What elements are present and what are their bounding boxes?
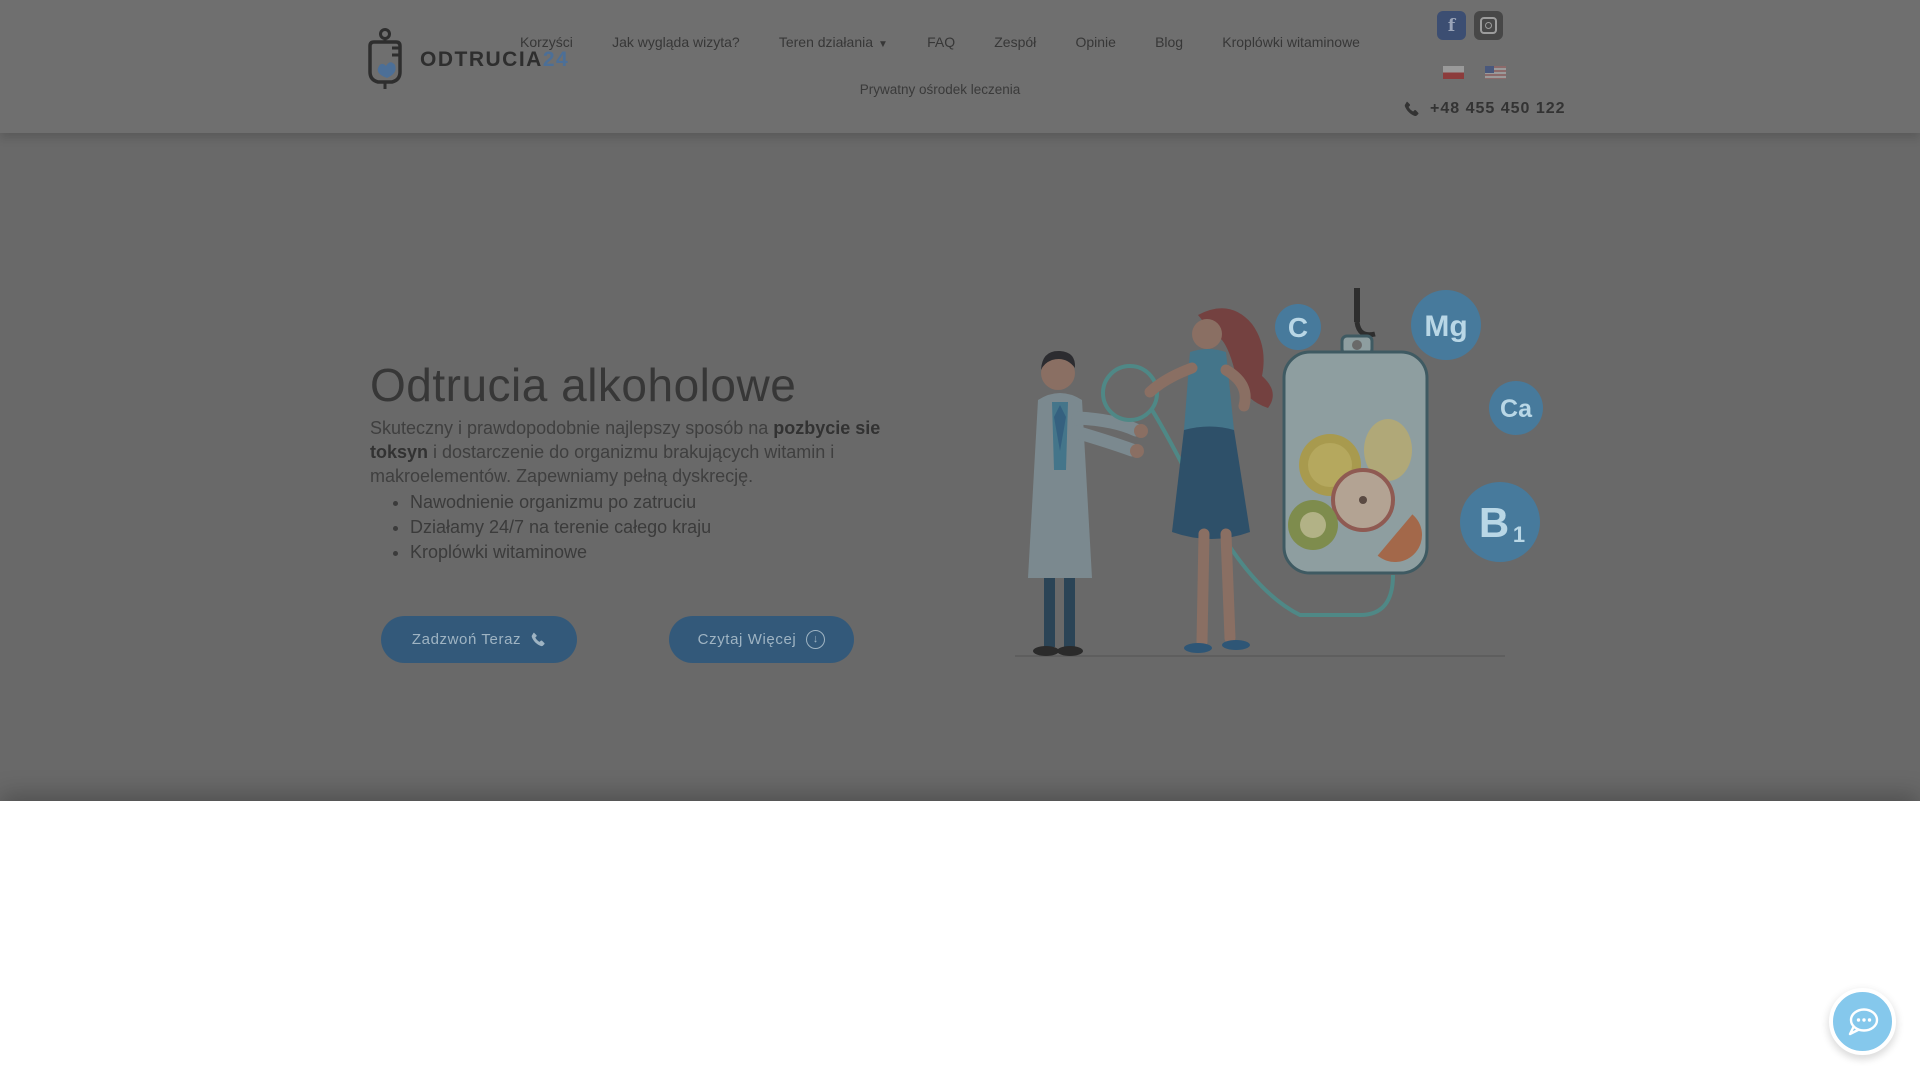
- doctor-figure: [1028, 351, 1148, 656]
- chat-bubble-icon: [1845, 1006, 1881, 1038]
- read-more-button[interactable]: Czytaj Więcej ↓: [669, 616, 854, 663]
- phone-icon: [1404, 101, 1420, 117]
- english-flag-icon[interactable]: [1485, 66, 1506, 79]
- nav-item-kroplowki[interactable]: Kroplówki witaminowe: [1222, 34, 1360, 50]
- hero-paragraph: Skuteczny i prawdopodobnie najlepszy spo…: [370, 416, 935, 488]
- list-item: Działamy 24/7 na terenie całego kraju: [410, 515, 711, 540]
- iv-drip-logo-icon: [368, 28, 410, 92]
- facebook-icon[interactable]: f: [1437, 11, 1466, 40]
- page-title: Odtrucia alkoholowe: [370, 358, 796, 412]
- phone-number: +48 455 450 122: [1430, 100, 1566, 118]
- nav-item-teren-dzialania[interactable]: Teren działania▼: [779, 34, 888, 50]
- list-item: Kroplówki witaminowe: [410, 540, 711, 565]
- chevron-down-icon: ▼: [878, 39, 888, 50]
- list-item: Nawodnienie organizmu po zatruciu: [410, 490, 711, 515]
- main-nav: Korzyści Jak wygląda wizyta? Teren dział…: [520, 34, 1360, 50]
- nav-item-jak-wyglada-wizyta[interactable]: Jak wygląda wizyta?: [612, 34, 740, 50]
- svg-text:1: 1: [1513, 522, 1525, 547]
- nav-item-faq[interactable]: FAQ: [927, 34, 955, 50]
- header-phone[interactable]: +48 455 450 122: [1404, 100, 1566, 118]
- hero-illustration: C Mg Ca B 1: [1000, 280, 1570, 670]
- patient-figure: [1150, 308, 1273, 653]
- nav-item-opinie[interactable]: Opinie: [1075, 34, 1115, 50]
- hero-bullet-list: Nawodnienie organizmu po zatruciu Działa…: [390, 490, 711, 565]
- arrow-down-circle-icon: ↓: [806, 630, 825, 649]
- svg-text:Mg: Mg: [1424, 310, 1467, 343]
- nav-item-korzysci[interactable]: Korzyści: [520, 34, 573, 50]
- nav-item-zespol[interactable]: Zespół: [994, 34, 1036, 50]
- phone-icon: [531, 632, 546, 647]
- language-switcher: [1443, 66, 1506, 79]
- svg-text:B: B: [1479, 499, 1509, 546]
- secondary-nav: Prywatny ośrodek leczenia: [520, 81, 1360, 99]
- nav-item-prywatny-osrodek[interactable]: Prywatny ośrodek leczenia: [860, 82, 1021, 97]
- call-now-button[interactable]: Zadzwoń Teraz: [381, 616, 577, 663]
- page: ODTRUCIA24 Korzyści Jak wygląda wizyta? …: [0, 0, 1920, 1080]
- svg-text:Ca: Ca: [1500, 395, 1533, 423]
- instagram-glyph: [1480, 17, 1497, 34]
- social-links: f: [1437, 11, 1503, 40]
- nav-item-blog[interactable]: Blog: [1155, 34, 1183, 50]
- instagram-icon[interactable]: [1474, 11, 1503, 40]
- cookie-consent-banner: Ustawienia prywatności Ta strona korzyst…: [0, 801, 1920, 1080]
- chat-widget-button[interactable]: [1829, 988, 1896, 1055]
- site-header: ODTRUCIA24 Korzyści Jak wygląda wizyta? …: [0, 0, 1920, 133]
- svg-text:C: C: [1288, 312, 1308, 343]
- logo-wordmark: ODTRUCIA24: [420, 48, 569, 72]
- polish-flag-icon[interactable]: [1443, 66, 1464, 79]
